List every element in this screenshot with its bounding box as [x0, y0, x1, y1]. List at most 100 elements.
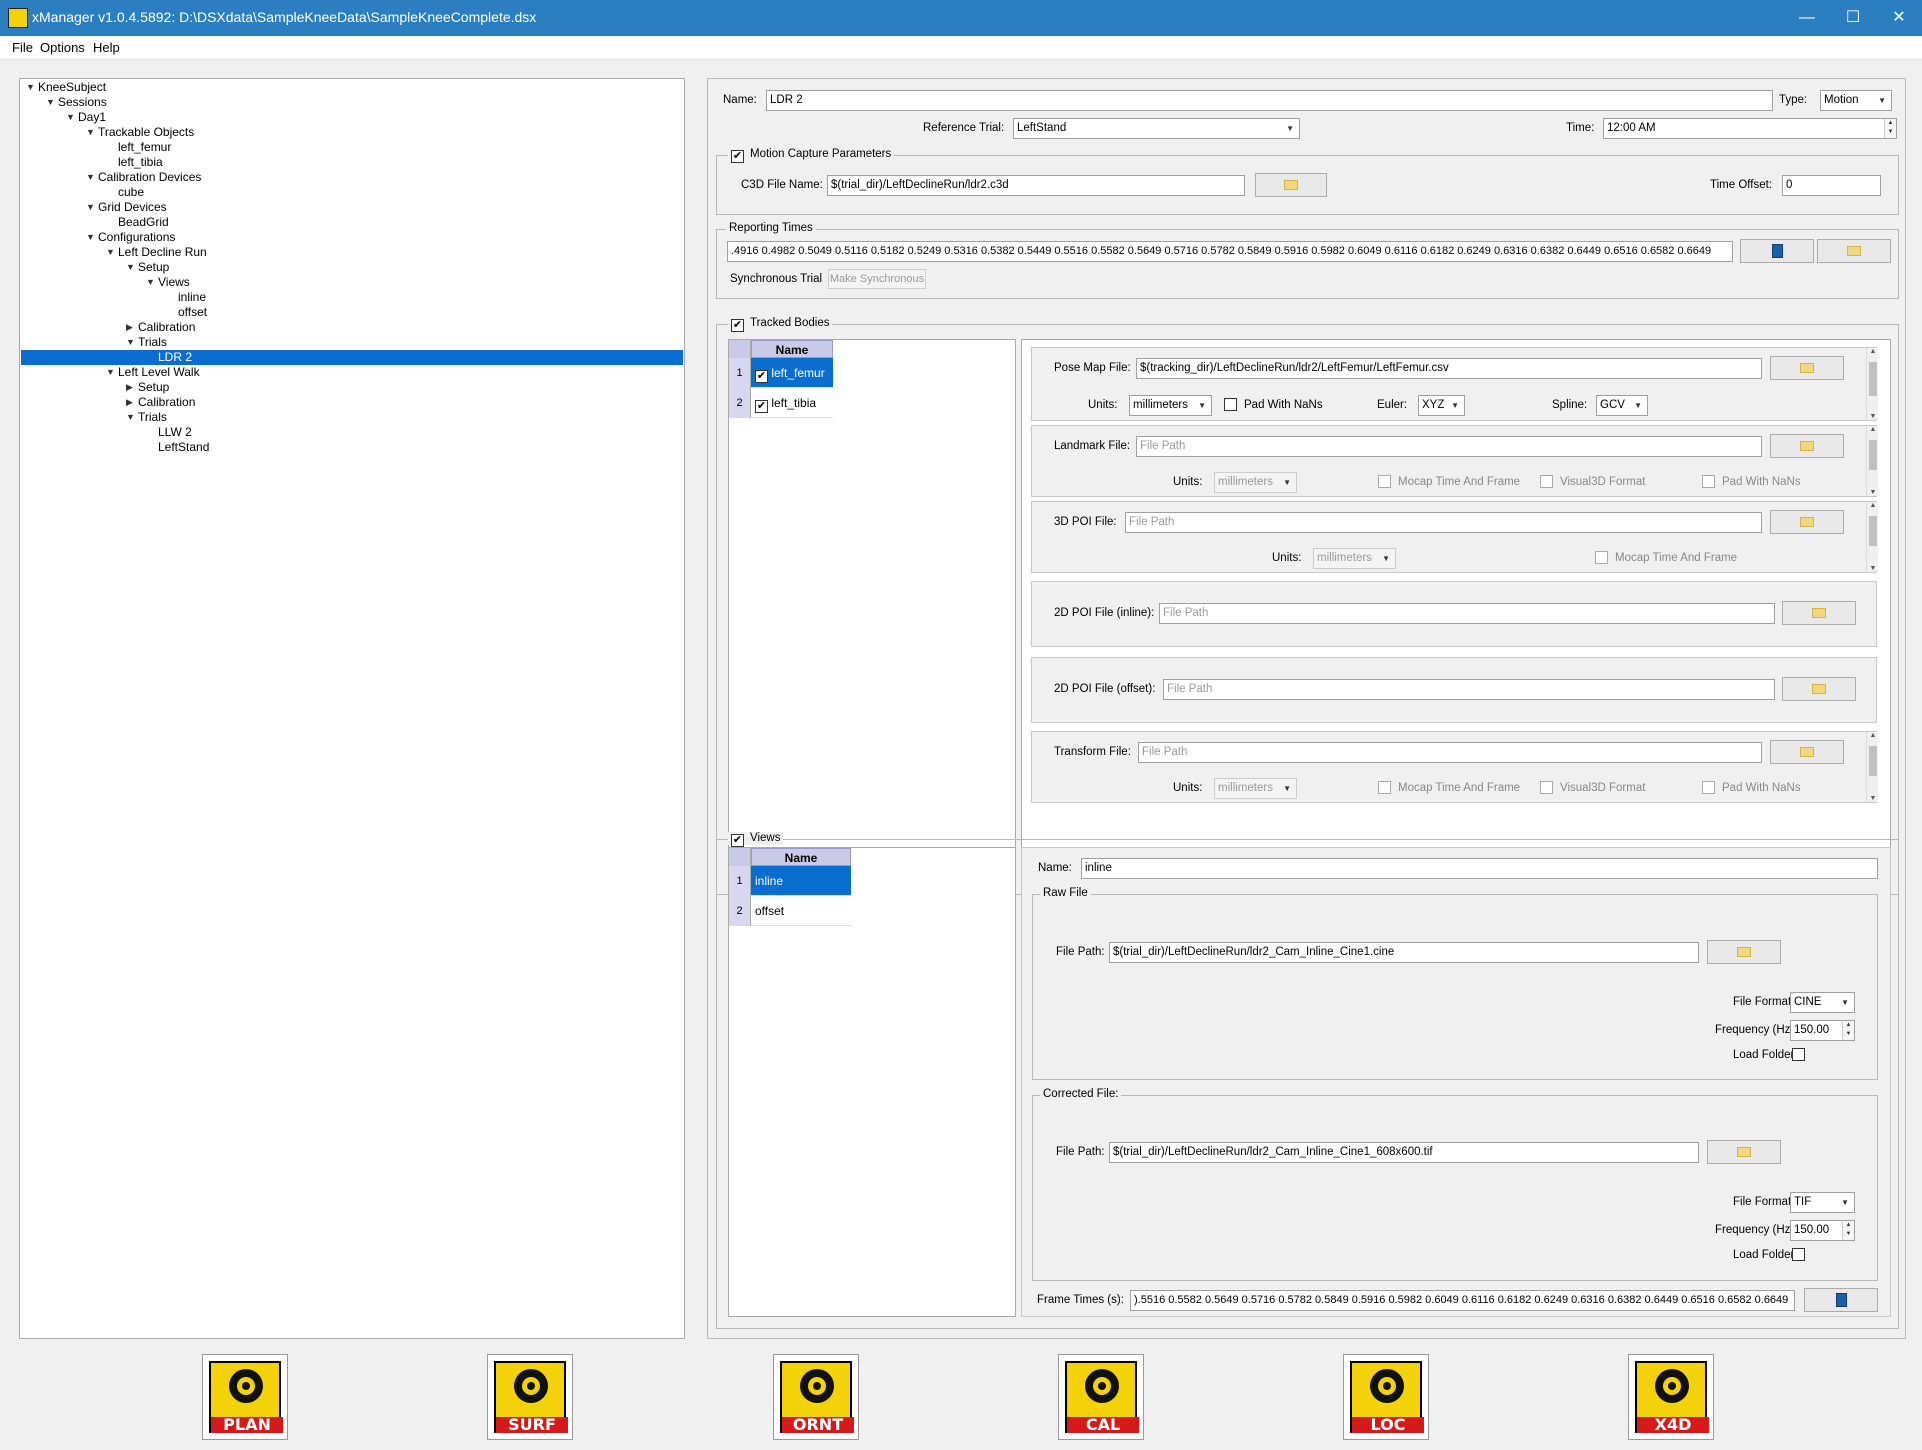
reference-trial-select[interactable]: LeftStand ▼: [1013, 118, 1300, 139]
corr-freq-spinner[interactable]: ▲ ▼: [1842, 1221, 1854, 1240]
landmark-units-select[interactable]: millimeters ▼: [1214, 472, 1297, 493]
poi3d-mocap-time-checkbox[interactable]: [1595, 551, 1608, 564]
app-cal-button[interactable]: CAL: [1058, 1354, 1144, 1440]
scroll-down-icon[interactable]: ▼: [1867, 795, 1879, 802]
tree-item[interactable]: Sessions: [58, 95, 107, 110]
corr-loadfolder-checkbox[interactable]: [1792, 1248, 1805, 1261]
tree-collapse-icon[interactable]: ▼: [66, 112, 75, 122]
tree-item[interactable]: left_femur: [118, 140, 171, 155]
maximize-button[interactable]: ☐: [1830, 0, 1876, 36]
transform-input[interactable]: File Path: [1138, 742, 1762, 763]
pose-map-input[interactable]: $(tracking_dir)/LeftDeclineRun/ldr2/Left…: [1136, 358, 1762, 379]
tree-collapse-icon[interactable]: ▼: [106, 367, 115, 377]
tree-item[interactable]: Left Decline Run: [118, 245, 207, 260]
time-spinner[interactable]: ▲ ▼: [1884, 119, 1896, 138]
mocap-checkbox[interactable]: ✔: [731, 150, 744, 163]
scroll-up-icon[interactable]: ▲: [1867, 348, 1879, 355]
tree-expand-icon[interactable]: ▶: [126, 382, 133, 393]
trial-type-select[interactable]: Motion ▼: [1820, 90, 1892, 111]
tree-collapse-icon[interactable]: ▼: [126, 412, 135, 422]
tree-collapse-icon[interactable]: ▼: [86, 172, 95, 182]
scroll-down-icon[interactable]: ▼: [1867, 413, 1879, 420]
tree-item[interactable]: Trials: [138, 410, 167, 425]
transform-visual3d-checkbox[interactable]: [1540, 781, 1553, 794]
tree-expand-icon[interactable]: ▶: [126, 322, 133, 333]
make-synchronous-button[interactable]: Make Synchronous: [828, 269, 926, 289]
scroll-up-icon[interactable]: ▲: [1867, 426, 1879, 433]
transform-units-select[interactable]: millimeters ▼: [1214, 778, 1297, 799]
scroll-thumb[interactable]: [1869, 746, 1877, 776]
tree-item[interactable]: LeftStand: [158, 440, 209, 455]
raw-freq-spinner[interactable]: ▲ ▼: [1842, 1021, 1854, 1040]
tree-item[interactable]: cube: [118, 185, 144, 200]
transform-mocap-time-checkbox[interactable]: [1378, 781, 1391, 794]
tree-item[interactable]: Calibration: [138, 320, 195, 335]
app-loc-button[interactable]: LOC: [1343, 1354, 1429, 1440]
poi2d-offset-input[interactable]: File Path: [1163, 679, 1775, 700]
frame-times-input[interactable]: ).5516 0.5582 0.5649 0.5716 0.5782 0.584…: [1130, 1290, 1795, 1311]
frame-times-calc-button[interactable]: [1804, 1288, 1878, 1312]
c3d-input[interactable]: $(trial_dir)/LeftDeclineRun/ldr2.c3d: [827, 175, 1245, 196]
raw-loadfolder-checkbox[interactable]: [1792, 1048, 1805, 1061]
landmark-pad-nan-checkbox[interactable]: [1702, 475, 1715, 488]
scroll-thumb[interactable]: [1869, 362, 1877, 396]
tree-collapse-icon[interactable]: ▼: [146, 277, 155, 287]
tracked-bodies-checkbox[interactable]: ✔: [731, 319, 744, 332]
tree-item[interactable]: Trials: [138, 335, 167, 350]
tree-collapse-icon[interactable]: ▼: [106, 247, 115, 257]
reporting-times-input[interactable]: .4916 0.4982 0.5049 0.5116 0.5182 0.5249…: [727, 241, 1733, 262]
tree-expand-icon[interactable]: ▶: [126, 397, 133, 408]
table-row[interactable]: ✔ left_femur: [751, 358, 833, 388]
tree-item[interactable]: Setup: [138, 260, 169, 275]
tree-collapse-icon[interactable]: ▼: [86, 127, 95, 137]
raw-filepath-input[interactable]: $(trial_dir)/LeftDeclineRun/ldr2_Cam_Inl…: [1109, 942, 1699, 963]
transform-pad-nan-checkbox[interactable]: [1702, 781, 1715, 794]
tree-item[interactable]: Calibration: [138, 395, 195, 410]
tree-item[interactable]: left_tibia: [118, 155, 163, 170]
tree-item[interactable]: Trackable Objects: [98, 125, 194, 140]
tree-item[interactable]: BeadGrid: [118, 215, 169, 230]
tree-collapse-icon[interactable]: ▼: [86, 232, 95, 242]
poi2d-inline-browse-button[interactable]: [1782, 601, 1856, 625]
project-tree[interactable]: ▼ KneeSubject ▼ Sessions ▼ Day1 ▼ Trackable Obj…: [19, 78, 685, 1339]
table-row[interactable]: offset: [751, 896, 851, 926]
landmark-visual3d-checkbox[interactable]: [1540, 475, 1553, 488]
tree-item[interactable]: Views: [158, 275, 190, 290]
tree-item[interactable]: Configurations: [98, 230, 175, 245]
tree-collapse-icon[interactable]: ▼: [126, 262, 135, 272]
transform-browse-button[interactable]: [1770, 740, 1844, 764]
row-checkbox[interactable]: ✔: [755, 370, 768, 383]
row-checkbox[interactable]: ✔: [755, 400, 768, 413]
tree-item[interactable]: KneeSubject: [38, 80, 106, 95]
pose-pad-nan-checkbox[interactable]: [1224, 398, 1237, 411]
tree-item[interactable]: LLW 2: [158, 425, 192, 440]
tree-item[interactable]: LDR 2: [158, 350, 192, 365]
corr-freq-input[interactable]: 150.00 ▲ ▼: [1790, 1220, 1855, 1241]
poi2d-inline-input[interactable]: File Path: [1159, 603, 1775, 624]
scroll-thumb[interactable]: [1869, 440, 1877, 470]
scroll-up-icon[interactable]: ▲: [1867, 502, 1879, 509]
table-row[interactable]: ✔ left_tibia: [751, 388, 833, 418]
menu-options[interactable]: Options: [40, 40, 85, 55]
transform-scrollbar[interactable]: ▲ ▼: [1866, 732, 1878, 802]
poi3d-browse-button[interactable]: [1770, 510, 1844, 534]
landmark-scrollbar[interactable]: ▲ ▼: [1866, 426, 1878, 496]
menu-file[interactable]: File: [12, 40, 33, 55]
poi3d-input[interactable]: File Path: [1125, 512, 1762, 533]
tree-collapse-icon[interactable]: ▼: [126, 337, 135, 347]
poi3d-scrollbar[interactable]: ▲ ▼: [1866, 502, 1878, 572]
landmark-input[interactable]: File Path: [1136, 436, 1762, 457]
corr-filepath-input[interactable]: $(trial_dir)/LeftDeclineRun/ldr2_Cam_Inl…: [1109, 1142, 1699, 1163]
spline-select[interactable]: GCV ▼: [1596, 395, 1648, 416]
app-ornt-button[interactable]: ORNT: [773, 1354, 859, 1440]
corr-format-select[interactable]: TIF ▼: [1790, 1192, 1855, 1213]
tree-item[interactable]: Left Level Walk: [118, 365, 200, 380]
time-input[interactable]: 12:00 AM ▲ ▼: [1603, 118, 1897, 139]
app-x4d-button[interactable]: X4D: [1628, 1354, 1714, 1440]
scroll-down-icon[interactable]: ▼: [1867, 565, 1879, 572]
views-checkbox[interactable]: ✔: [731, 834, 744, 847]
poi2d-offset-browse-button[interactable]: [1782, 677, 1856, 701]
app-plan-button[interactable]: PLAN: [202, 1354, 288, 1440]
view-name-input[interactable]: inline: [1081, 858, 1878, 879]
reporting-times-browse-button[interactable]: [1817, 239, 1891, 263]
